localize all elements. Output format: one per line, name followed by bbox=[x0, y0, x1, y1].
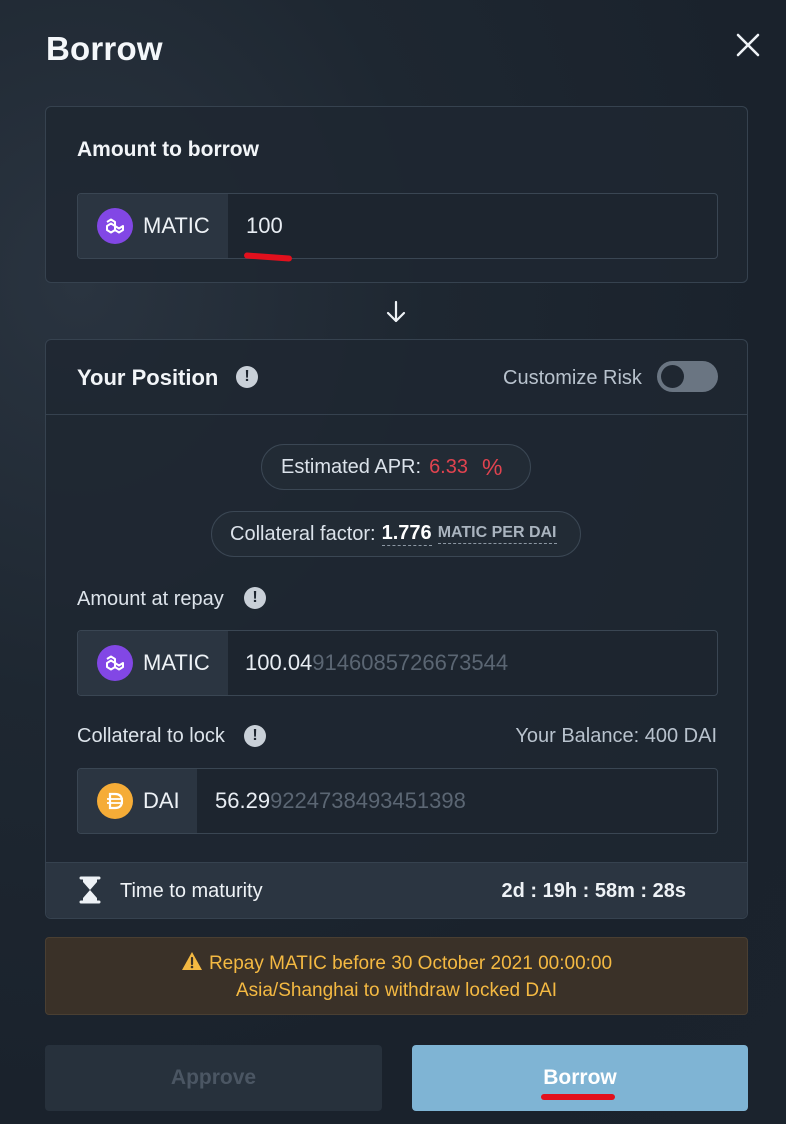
collateral-value-main: 56.29 bbox=[215, 788, 271, 813]
collateral-factor-pill: Collateral factor: 1.776 MATIC PER DAI bbox=[211, 511, 581, 557]
matic-icon bbox=[97, 645, 133, 681]
info-icon[interactable]: ! bbox=[244, 725, 266, 747]
apr-value: 6.33 bbox=[429, 455, 468, 478]
collateral-label: Collateral to lock bbox=[77, 725, 225, 747]
position-header: Your Position ! Customize Risk bbox=[46, 340, 747, 415]
warning-line-1: Repay MATIC before 30 October 2021 00:00… bbox=[46, 950, 747, 977]
toggle-knob bbox=[661, 365, 684, 388]
repay-value-main: 100.04 bbox=[245, 650, 313, 675]
approve-button[interactable]: Approve bbox=[45, 1045, 382, 1111]
amount-value: 100 bbox=[246, 213, 283, 238]
repay-token-selector: MATIC bbox=[78, 631, 228, 695]
amount-token-name: MATIC bbox=[143, 213, 210, 238]
modal-title: Borrow bbox=[46, 30, 163, 67]
repay-label: Amount at repay bbox=[77, 588, 224, 610]
customize-risk-label: Customize Risk bbox=[503, 367, 642, 389]
customize-risk-toggle[interactable] bbox=[657, 361, 718, 392]
info-icon[interactable]: ! bbox=[236, 366, 258, 388]
apr-label: Estimated APR: bbox=[281, 455, 422, 478]
collateral-value: 56.29 9224738493451398 bbox=[215, 769, 466, 833]
amount-token-selector[interactable]: MATIC bbox=[78, 194, 228, 258]
warning-line-1-text: Repay MATIC before 30 October 2021 00:00… bbox=[208, 953, 613, 974]
amount-input[interactable]: 100 bbox=[246, 194, 283, 258]
position-title: Your Position bbox=[77, 365, 219, 390]
info-icon[interactable]: ! bbox=[244, 587, 266, 609]
maturity-bar: Time to maturity 2d : 19h : 58m : 28s bbox=[46, 862, 747, 918]
position-card: Your Position ! Customize Risk Estimated… bbox=[45, 339, 748, 919]
collateral-factor-value: 1.776 bbox=[381, 522, 432, 546]
collateral-factor-unit: MATIC PER DAI bbox=[437, 524, 557, 544]
collateral-token-selector: DAI bbox=[78, 769, 197, 833]
amount-label: Amount to borrow bbox=[77, 138, 259, 161]
repay-value: 100.04 9146085726673544 bbox=[245, 631, 508, 695]
repay-token-name: MATIC bbox=[143, 650, 210, 675]
dai-icon bbox=[97, 783, 133, 819]
warning-icon bbox=[181, 952, 202, 970]
apr-unit: % bbox=[482, 453, 503, 480]
collateral-value-rest: 9224738493451398 bbox=[270, 788, 466, 813]
hourglass-icon bbox=[79, 876, 101, 904]
arrow-down-icon bbox=[386, 300, 406, 323]
repay-warning: Repay MATIC before 30 October 2021 00:00… bbox=[45, 937, 748, 1015]
repay-value-rest: 9146085726673544 bbox=[312, 650, 509, 675]
warning-line-2: Asia/Shanghai to withdraw locked DAI bbox=[235, 980, 558, 1001]
borrow-button[interactable]: Borrow bbox=[412, 1045, 748, 1111]
maturity-countdown: 2d : 19h : 58m : 28s bbox=[501, 880, 686, 902]
apr-pill: Estimated APR: 6.33 % bbox=[261, 444, 531, 490]
red-underline-mark bbox=[541, 1094, 615, 1100]
collateral-factor-label: Collateral factor: bbox=[230, 522, 376, 545]
collateral-input-group: DAI 56.29 9224738493451398 bbox=[77, 768, 718, 834]
amount-card: Amount to borrow MATIC 100 bbox=[45, 106, 748, 283]
repay-input-group: MATIC 100.04 9146085726673544 bbox=[77, 630, 718, 696]
matic-icon bbox=[97, 208, 133, 244]
collateral-token-name: DAI bbox=[143, 788, 180, 813]
borrow-modal: Borrow Amount to borrow MATIC 100 Your P… bbox=[0, 0, 786, 1124]
amount-input-group: MATIC 100 bbox=[77, 193, 718, 259]
close-icon[interactable] bbox=[733, 30, 763, 60]
maturity-label: Time to maturity bbox=[120, 880, 263, 902]
balance-text: Your Balance: 400 DAI bbox=[515, 725, 717, 747]
